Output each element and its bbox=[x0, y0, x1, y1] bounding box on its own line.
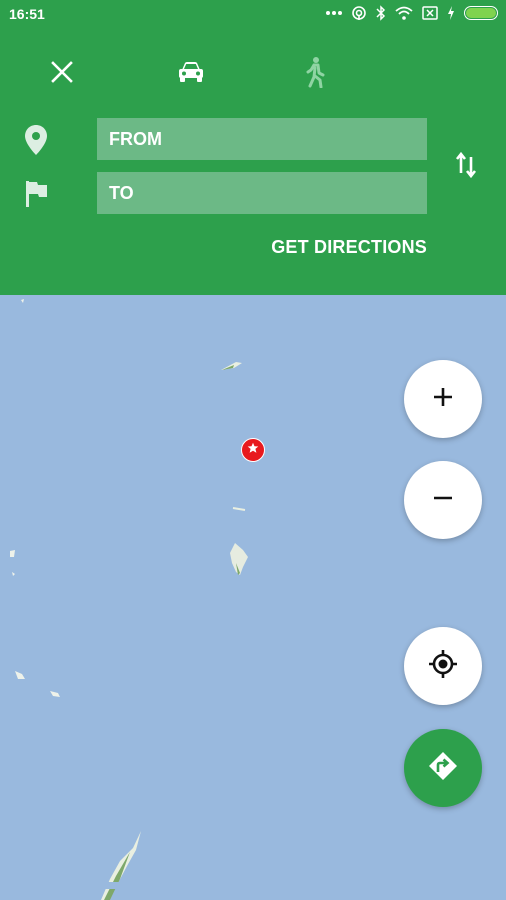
destination-flag-icon bbox=[24, 179, 52, 213]
walk-mode-button[interactable] bbox=[295, 54, 335, 94]
swap-icon bbox=[455, 151, 477, 184]
star-icon bbox=[247, 441, 259, 459]
battery-icon bbox=[464, 6, 498, 20]
drive-mode-button[interactable] bbox=[171, 54, 211, 94]
close-button[interactable] bbox=[42, 54, 82, 94]
bluetooth-icon bbox=[376, 5, 386, 21]
origin-pin-icon bbox=[22, 123, 50, 157]
minus-icon bbox=[432, 487, 454, 514]
crosshair-icon bbox=[428, 649, 458, 684]
map-view[interactable] bbox=[0, 295, 506, 900]
directions-fab[interactable] bbox=[404, 729, 482, 807]
directions-icon bbox=[427, 750, 459, 787]
status-bar: 16:51 bbox=[0, 0, 506, 30]
walk-icon bbox=[304, 56, 326, 93]
wifi-icon bbox=[395, 6, 413, 20]
location-marker[interactable] bbox=[241, 438, 265, 462]
more-dots-icon bbox=[326, 10, 342, 16]
plus-icon bbox=[432, 386, 454, 413]
status-icons bbox=[326, 5, 498, 21]
directions-header: 16:51 FROM TO GET DIRECTIONS bbox=[0, 0, 506, 295]
no-sim-icon bbox=[422, 6, 438, 20]
charging-icon bbox=[447, 6, 455, 20]
hotspot-icon bbox=[351, 5, 367, 21]
swap-button[interactable] bbox=[452, 150, 480, 184]
from-input[interactable]: FROM bbox=[97, 118, 427, 160]
get-directions-button[interactable]: GET DIRECTIONS bbox=[271, 237, 427, 258]
car-icon bbox=[177, 60, 205, 89]
to-input[interactable]: TO bbox=[97, 172, 427, 214]
travel-mode-row bbox=[0, 54, 506, 94]
status-time: 16:51 bbox=[9, 6, 45, 22]
zoom-out-button[interactable] bbox=[404, 461, 482, 539]
zoom-in-button[interactable] bbox=[404, 360, 482, 438]
close-icon bbox=[51, 60, 73, 88]
my-location-button[interactable] bbox=[404, 627, 482, 705]
